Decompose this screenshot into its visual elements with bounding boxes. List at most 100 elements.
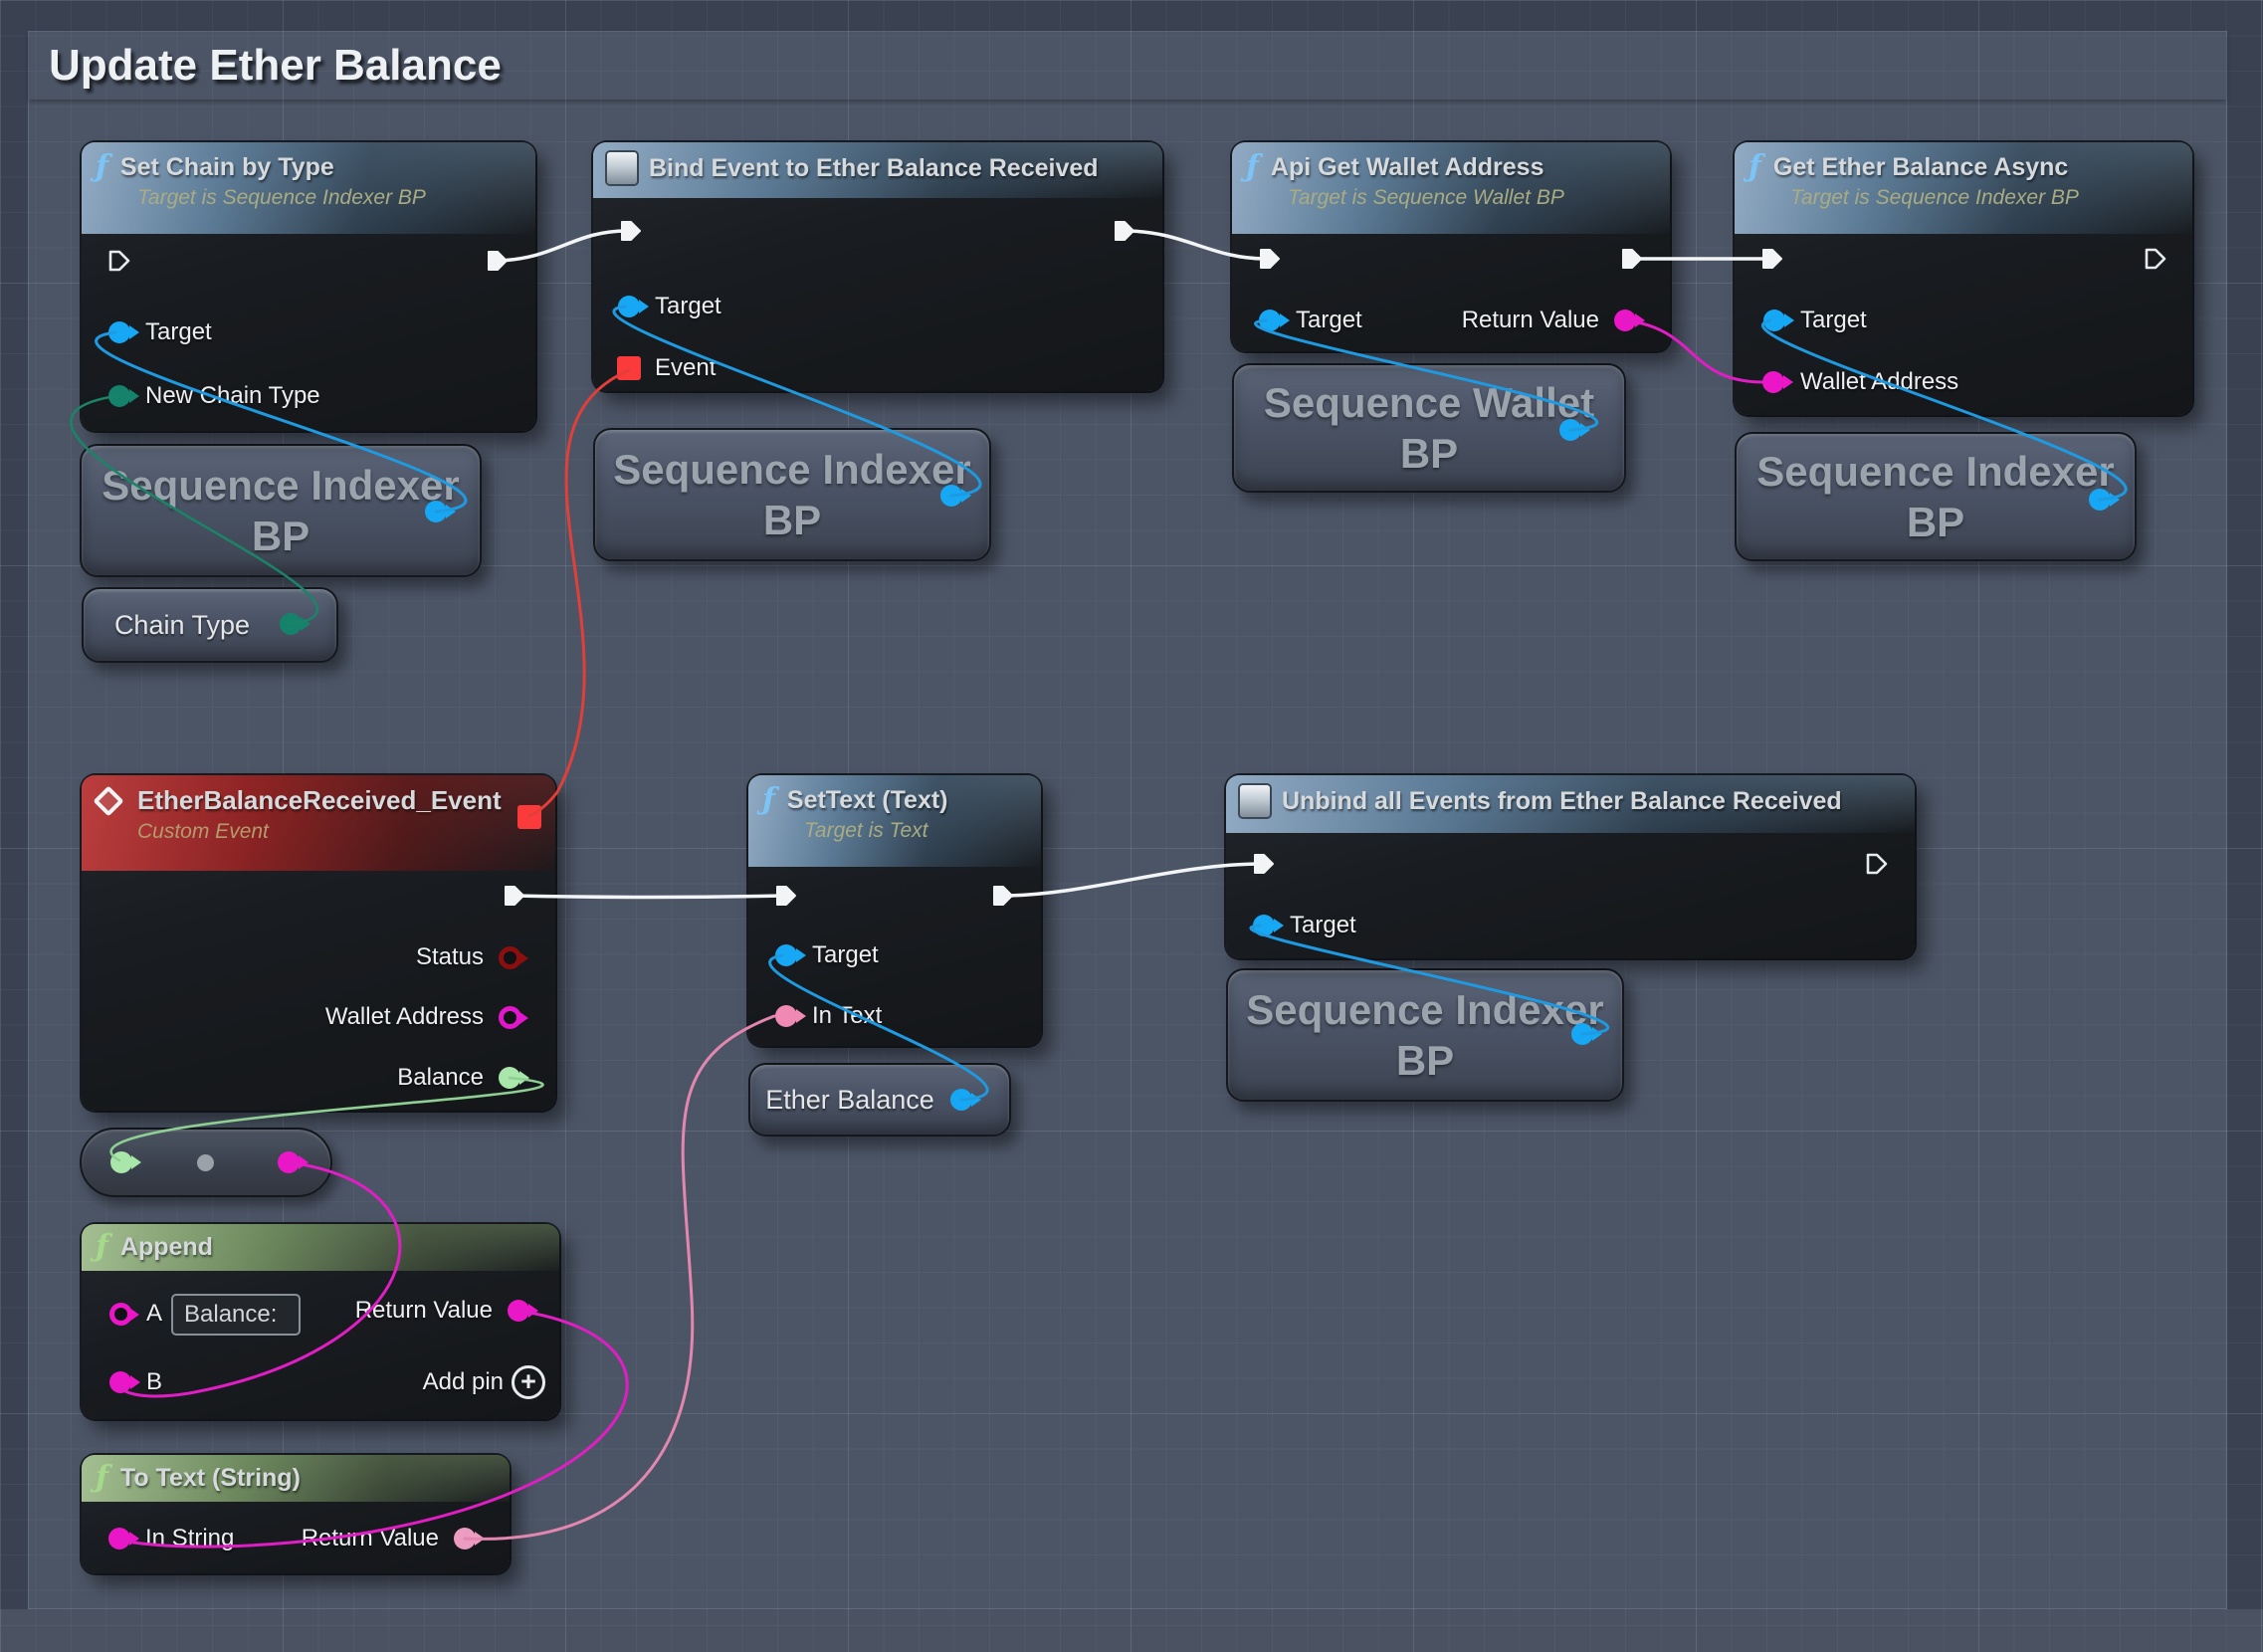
variable-label: Sequence Indexer BP — [82, 460, 480, 561]
node-title: EtherBalanceReceived_Event — [137, 785, 502, 816]
node-subtitle: Target is Sequence Indexer BP — [1790, 186, 2176, 210]
exec-out-pin[interactable] — [2143, 246, 2168, 272]
blueprint-graph-canvas[interactable]: Update Ether Balance Sequence Indexer BP… — [0, 0, 2263, 1652]
exec-in-pin[interactable] — [618, 218, 644, 244]
exec-in-pin[interactable] — [1251, 851, 1277, 877]
variable-out-pin[interactable] — [2089, 489, 2111, 511]
in-text-pin[interactable] — [775, 1005, 797, 1027]
comment-header[interactable]: Update Ether Balance — [29, 32, 2226, 100]
node-title: Append — [120, 1233, 213, 1262]
add-pin-icon[interactable] — [512, 1365, 545, 1399]
exec-in-pin[interactable] — [106, 248, 132, 274]
pin-label: In String — [145, 1525, 234, 1552]
conversion-in-pin[interactable] — [110, 1151, 132, 1173]
variable-label: Sequence Indexer BP — [1737, 446, 2135, 547]
target-pin[interactable] — [618, 296, 640, 317]
return-value-pin[interactable] — [454, 1528, 476, 1549]
exec-in-pin[interactable] — [1257, 246, 1283, 272]
node-header: ƒ Append — [82, 1224, 559, 1271]
variable-node-sequence-indexer-bp-2[interactable]: Sequence Indexer BP — [593, 428, 991, 561]
conversion-out-pin[interactable] — [278, 1151, 300, 1173]
node-set-text[interactable]: ƒ SetText (Text) Target is Text — [748, 775, 1041, 1046]
delegate-out-pin[interactable] — [517, 805, 541, 829]
variable-node-sequence-indexer-bp-3[interactable]: Sequence Indexer BP — [1735, 432, 2137, 561]
exec-out-pin[interactable] — [1112, 218, 1137, 244]
return-value-pin[interactable] — [508, 1300, 529, 1322]
return-value-pin[interactable] — [1614, 310, 1636, 331]
node-title: Get Ether Balance Async — [1773, 153, 2068, 182]
node-title: Api Get Wallet Address — [1271, 153, 1544, 182]
pin-label: New Chain Type — [145, 382, 320, 410]
pin-label: Balance — [397, 1064, 484, 1092]
node-ether-balance-received-event[interactable]: EtherBalanceReceived_Event Custom Event — [82, 775, 555, 1111]
function-icon: ƒ — [1749, 152, 1761, 182]
function-icon: ƒ — [96, 1463, 108, 1493]
pin-label: Target — [812, 941, 879, 969]
variable-label: Ether Balance — [765, 1085, 934, 1116]
pin-label: Target — [145, 318, 212, 346]
node-header: Unbind all Events from Ether Balance Rec… — [1226, 775, 1915, 833]
variable-out-pin[interactable] — [280, 613, 302, 635]
new-chain-type-pin[interactable] — [108, 385, 130, 407]
target-pin[interactable] — [1253, 915, 1275, 936]
pin-label: Target — [1290, 912, 1356, 939]
variable-label: Sequence Indexer BP — [595, 444, 989, 545]
delegate-icon — [1240, 785, 1270, 817]
a-value-input[interactable]: Balance: — [171, 1294, 301, 1336]
node-header: ƒ Get Ether Balance Async Target is Sequ… — [1735, 142, 2192, 234]
pin-label: Target — [1296, 307, 1362, 334]
pin-label: Return Value — [302, 1525, 439, 1552]
balance-pin[interactable] — [499, 1067, 520, 1089]
node-subtitle: Custom Event — [137, 820, 539, 844]
node-header: EtherBalanceReceived_Event Custom Event — [82, 775, 555, 871]
conversion-dot-icon — [197, 1154, 214, 1171]
target-pin[interactable] — [108, 321, 130, 343]
b-pin[interactable] — [109, 1371, 131, 1393]
function-icon: ƒ — [762, 785, 775, 815]
function-icon: ƒ — [1246, 152, 1259, 182]
variable-out-pin[interactable] — [1559, 419, 1581, 441]
pin-label: B — [146, 1368, 162, 1396]
canvas-bottom-strip — [0, 1609, 2263, 1652]
pin-label: Target — [655, 293, 721, 320]
exec-out-pin[interactable] — [990, 883, 1016, 909]
variable-node-sequence-indexer-bp-4[interactable]: Sequence Indexer BP — [1226, 968, 1624, 1102]
wallet-address-pin[interactable] — [1762, 371, 1784, 393]
pin-label: A — [146, 1300, 162, 1328]
function-icon: ƒ — [96, 1232, 108, 1262]
exec-out-pin[interactable] — [502, 883, 527, 909]
variable-out-pin[interactable] — [1571, 1023, 1593, 1045]
variable-out-pin[interactable] — [940, 485, 962, 507]
target-pin[interactable] — [775, 944, 797, 966]
node-header: ƒ To Text (String) — [82, 1455, 510, 1502]
status-pin[interactable] — [499, 946, 521, 969]
pin-label: Return Value — [355, 1297, 493, 1325]
event-delegate-pin[interactable] — [617, 356, 641, 380]
comment-title: Update Ether Balance — [49, 41, 502, 91]
exec-in-pin[interactable] — [773, 883, 799, 909]
variable-out-pin[interactable] — [425, 501, 447, 522]
in-string-pin[interactable] — [108, 1528, 130, 1549]
exec-in-pin[interactable] — [1759, 246, 1785, 272]
pin-label: Return Value — [1462, 307, 1599, 334]
variable-node-sequence-indexer-bp-1[interactable]: Sequence Indexer BP — [80, 444, 482, 577]
a-pin[interactable] — [109, 1303, 132, 1326]
variable-label: Chain Type — [114, 610, 250, 641]
node-to-text-string[interactable]: ƒ To Text (String) — [82, 1455, 510, 1573]
node-subtitle: Target is Sequence Wallet BP — [1288, 186, 1654, 210]
exec-out-pin[interactable] — [485, 248, 511, 274]
node-header: ƒ SetText (Text) Target is Text — [748, 775, 1041, 867]
custom-event-icon — [93, 785, 123, 816]
variable-out-pin[interactable] — [950, 1089, 972, 1111]
pin-label: Event — [655, 354, 716, 382]
function-icon: ƒ — [96, 152, 108, 182]
exec-out-pin[interactable] — [1864, 851, 1890, 877]
node-title: Bind Event to Ether Balance Received — [649, 154, 1099, 183]
pin-label: Target — [1800, 307, 1867, 334]
target-pin[interactable] — [1763, 310, 1785, 331]
target-pin[interactable] — [1259, 310, 1281, 331]
node-title: Set Chain by Type — [120, 153, 334, 182]
exec-out-pin[interactable] — [1619, 246, 1645, 272]
wallet-address-pin[interactable] — [499, 1006, 521, 1029]
node-header: ƒ Set Chain by Type Target is Sequence I… — [82, 142, 535, 234]
